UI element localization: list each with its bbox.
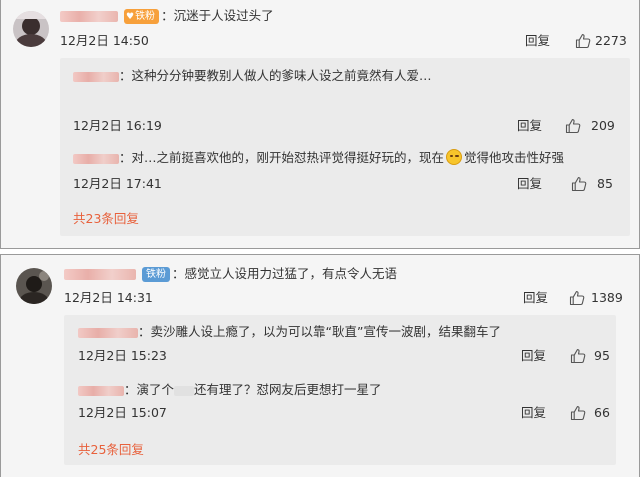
like-count: 1389 bbox=[591, 290, 623, 305]
comment-meta: 12月2日 14:50 回复 2273 bbox=[1, 31, 640, 51]
reply-line-1: ：卖沙雕人设上瘾了，以为可以靠“耿直”宣传一波剧，结果翻车了 bbox=[64, 321, 616, 343]
comment-text: 感觉立人设用力过猛了，有点令人无语 bbox=[184, 266, 398, 281]
heart-icon: ♥ bbox=[125, 12, 135, 22]
commenter-name[interactable] bbox=[64, 269, 136, 280]
comment-thread-2: 铁粉 ：感觉立人设用力过猛了，有点令人无语 12月2日 14:31 回复 1389… bbox=[0, 254, 640, 477]
reply-button[interactable]: 回复 bbox=[517, 116, 542, 136]
reply-line-2: ：演了个 还有理了？怼网友后更想打一星了 bbox=[64, 379, 616, 401]
like-count: 209 bbox=[591, 118, 615, 133]
comment-meta: 12月2日 14:31 回复 1389 bbox=[1, 288, 640, 308]
like-count: 66 bbox=[594, 405, 610, 420]
reply-line-2: ：对…之前挺喜欢他的，刚开始怼热评觉得挺好玩的，现在 觉得他攻击性好强 bbox=[60, 147, 630, 169]
reply-text: 卖沙雕人设上瘾了，以为可以靠“耿直”宣传一波剧，结果翻车了 bbox=[150, 324, 501, 339]
reply-time: 12月2日 15:07 bbox=[78, 405, 167, 420]
reply-text-part1: 演了个 bbox=[136, 382, 175, 397]
reply-meta-2: 12月2日 17:41 回复 85 bbox=[60, 174, 630, 194]
reply-text-part1: 对…之前挺喜欢他的，刚开始怼热评觉得挺好玩的，现在 bbox=[131, 150, 445, 165]
more-replies-link[interactable]: 共23条回复 bbox=[73, 209, 139, 229]
replies-box: ：卖沙雕人设上瘾了，以为可以靠“耿直”宣传一波剧，结果翻车了 12月2日 15:… bbox=[64, 315, 616, 465]
reply-time: 12月2日 16:19 bbox=[73, 118, 162, 133]
reply-button[interactable]: 回复 bbox=[521, 403, 546, 423]
like-icon[interactable] bbox=[570, 348, 586, 364]
replier-name[interactable] bbox=[78, 385, 124, 396]
like-icon[interactable] bbox=[565, 118, 581, 134]
reply-time: 12月2日 15:23 bbox=[78, 348, 167, 363]
reply-button[interactable]: 回复 bbox=[521, 346, 546, 366]
like-count: 95 bbox=[594, 348, 610, 363]
more-replies-link[interactable]: 共25条回复 bbox=[78, 440, 144, 460]
replier-name[interactable] bbox=[73, 153, 119, 164]
fan-badge: ♥铁粉 bbox=[123, 9, 160, 24]
comment-line: ♥铁粉 ：沉迷于人设过头了 bbox=[1, 5, 640, 27]
fan-badge: 铁粉 bbox=[141, 267, 170, 282]
fan-badge-label: 铁粉 bbox=[135, 11, 156, 22]
reply-text-part2: 还有理了？怼网友后更想打一星了 bbox=[194, 382, 382, 397]
reply-meta-1: 12月2日 16:19 回复 209 bbox=[60, 116, 630, 136]
reply-button[interactable]: 回复 bbox=[523, 288, 548, 308]
like-icon[interactable] bbox=[569, 290, 585, 306]
reply-button[interactable]: 回复 bbox=[525, 31, 550, 51]
replier-name[interactable] bbox=[73, 71, 119, 82]
like-count: 85 bbox=[597, 176, 613, 191]
like-icon[interactable] bbox=[571, 176, 587, 192]
commenter-name[interactable] bbox=[60, 11, 118, 22]
reply-text-part2: 觉得他攻击性好强 bbox=[464, 150, 565, 165]
like-icon[interactable] bbox=[570, 405, 586, 421]
reply-line-1: ：这种分分钟要教别人做人的爹味人设之前竟然有人爱… bbox=[60, 65, 630, 87]
comment-thread-1: ♥铁粉 ：沉迷于人设过头了 12月2日 14:50 回复 2273 ：这种分分钟要… bbox=[0, 0, 640, 249]
reply-meta-2: 12月2日 15:07 回复 66 bbox=[64, 403, 616, 423]
comment-line: 铁粉 ：感觉立人设用力过猛了，有点令人无语 bbox=[1, 263, 640, 285]
like-icon[interactable] bbox=[575, 33, 591, 49]
replier-name[interactable] bbox=[78, 327, 138, 338]
like-count: 2273 bbox=[595, 33, 627, 48]
reply-time: 12月2日 17:41 bbox=[73, 176, 162, 191]
reply-text: 这种分分钟要教别人做人的爹味人设之前竟然有人爱… bbox=[131, 68, 432, 83]
reply-meta-1: 12月2日 15:23 回复 95 bbox=[64, 346, 616, 366]
redacted-text bbox=[174, 385, 195, 396]
comment-time: 12月2日 14:31 bbox=[64, 290, 153, 305]
smirk-emoji-icon bbox=[446, 149, 463, 165]
reply-button[interactable]: 回复 bbox=[517, 174, 542, 194]
comment-time: 12月2日 14:50 bbox=[60, 33, 149, 48]
comment-text: 沉迷于人设过头了 bbox=[173, 8, 274, 23]
replies-box: ：这种分分钟要教别人做人的爹味人设之前竟然有人爱… 12月2日 16:19 回复… bbox=[60, 58, 630, 236]
